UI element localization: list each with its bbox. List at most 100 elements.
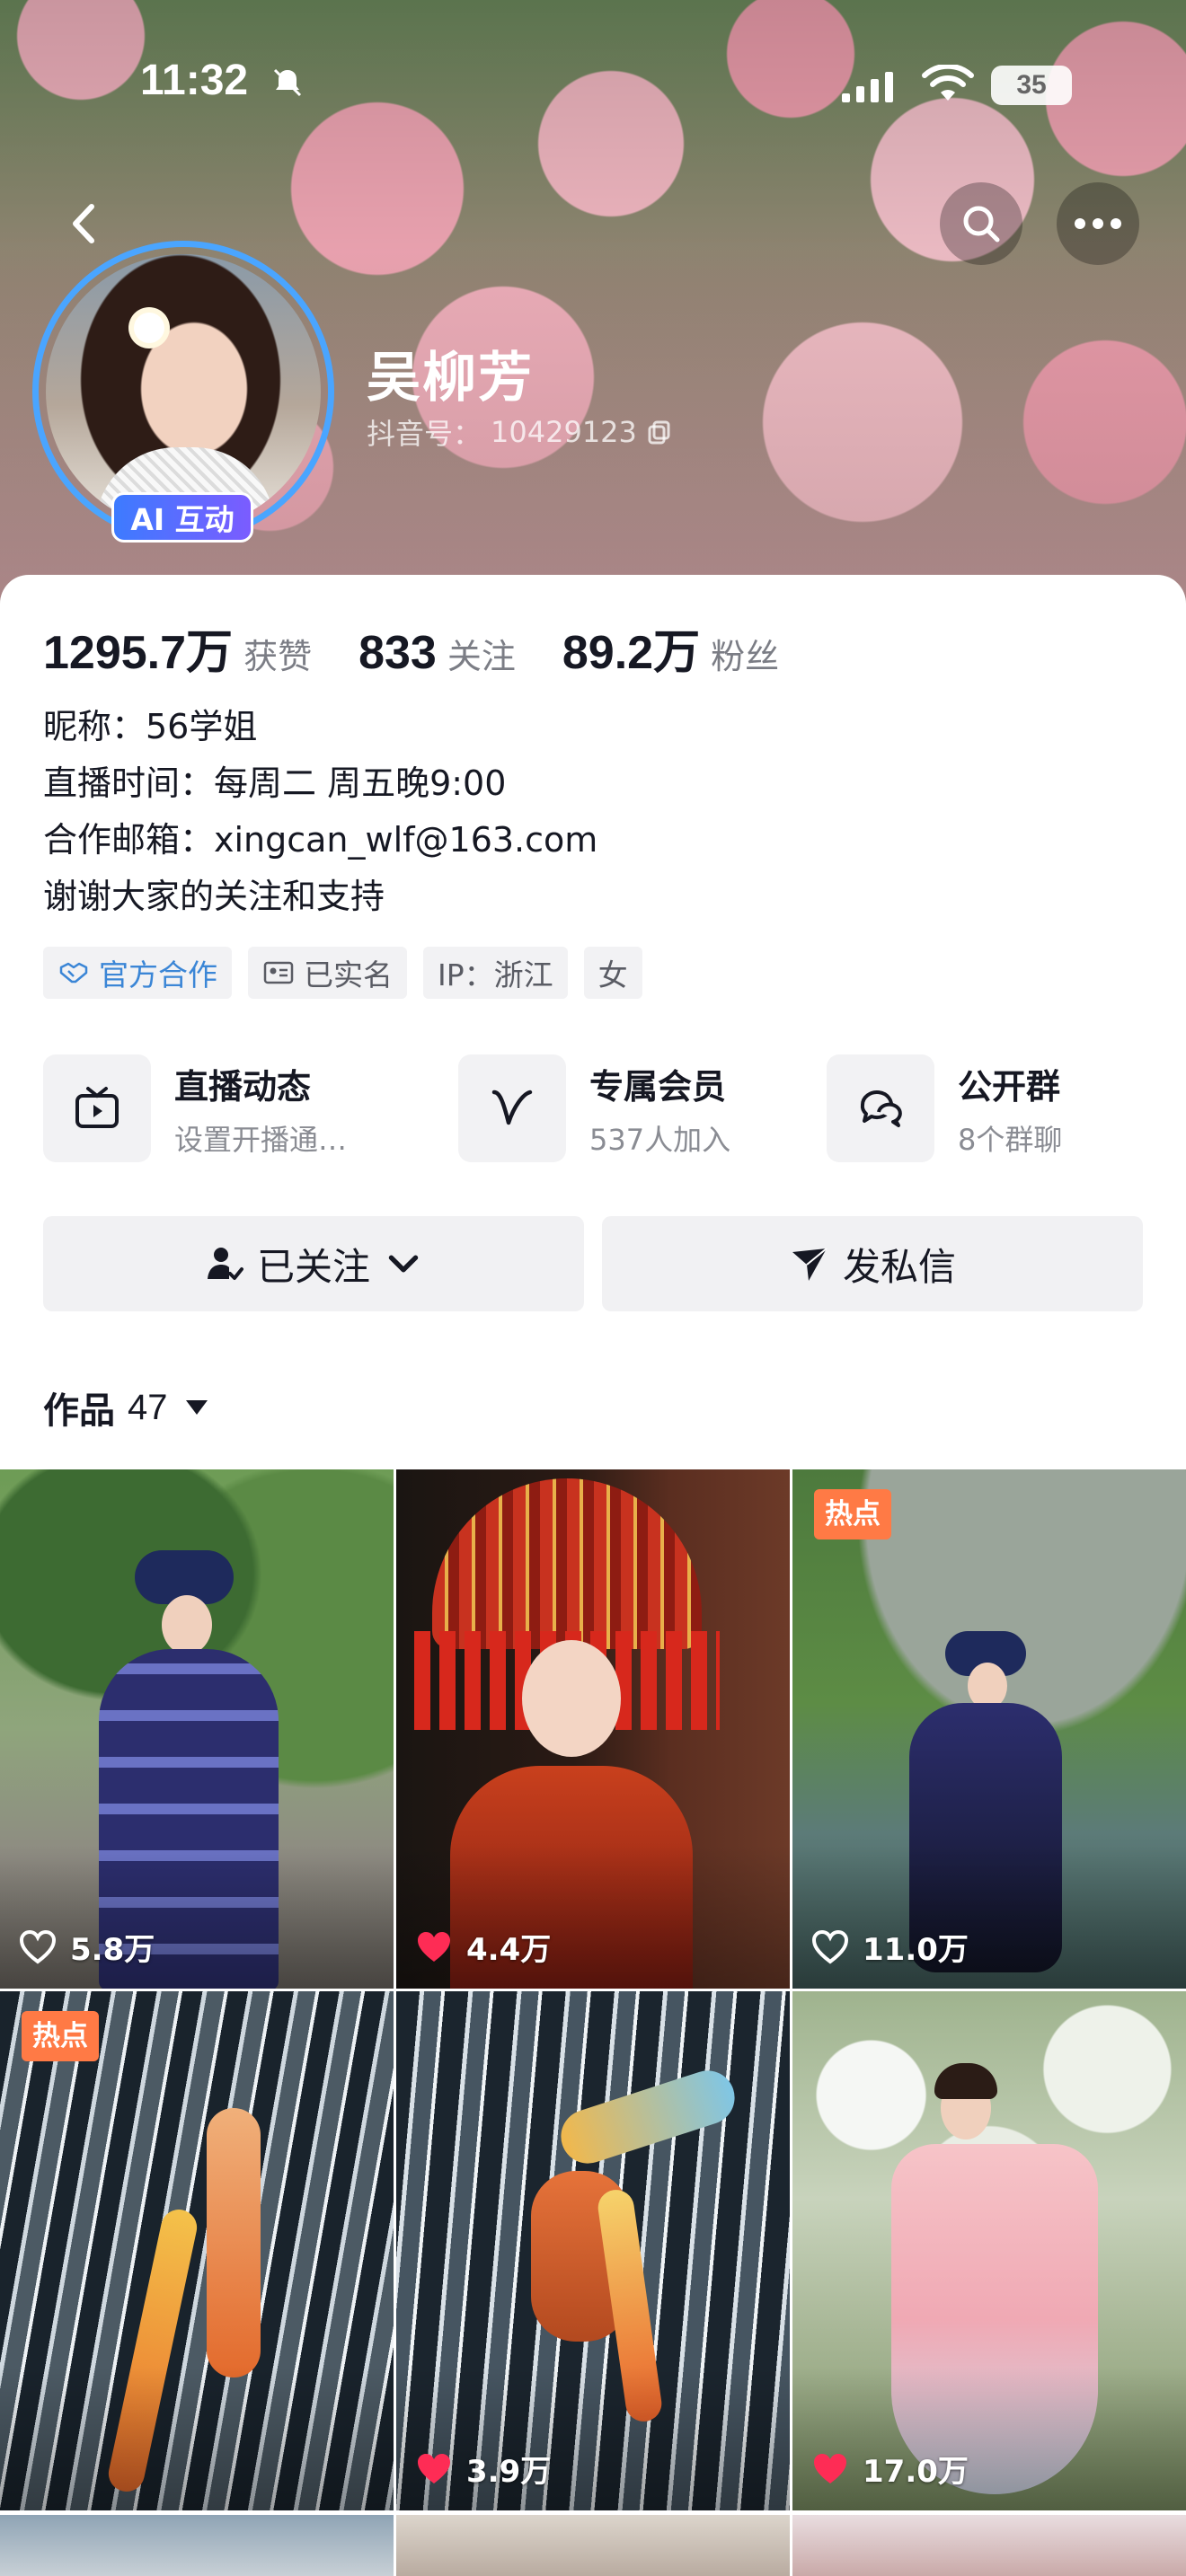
stat-following[interactable]: 833 关注 [358, 626, 516, 680]
search-button[interactable] [940, 182, 1022, 265]
wifi-icon [922, 65, 974, 101]
feature-live-updates[interactable]: 直播动态 设置开播通… [43, 1054, 347, 1162]
feature-membership-title: 专属会员 [589, 1066, 727, 1107]
profile-tags: 官方合作 已实名 IP：浙江 女 [43, 947, 642, 999]
flower-hair-ornament [134, 313, 164, 343]
hot-badge: 热点 [814, 1489, 891, 1539]
video-tile-7[interactable] [0, 2515, 394, 2576]
paper-plane-icon [792, 1248, 828, 1281]
tag-official-cooperation[interactable]: 官方合作 [43, 947, 232, 999]
works-tab[interactable]: 作品 47 [43, 1381, 208, 1434]
heart-outline-icon [19, 1929, 57, 1964]
ai-interaction-badge[interactable]: AI 互动 [111, 492, 253, 543]
heart-filled-icon [418, 1931, 450, 1962]
chevron-down-icon [388, 1255, 419, 1273]
feature-public-group[interactable]: 公开群 8个群聊 [827, 1054, 1062, 1162]
video-tile-5[interactable]: 3.9万 [396, 1991, 790, 2510]
chevron-left-icon [73, 204, 94, 243]
feature-live-title: 直播动态 [174, 1066, 312, 1107]
feature-live-subtitle: 设置开播通… [174, 1122, 348, 1157]
figure-ribbon [105, 2206, 200, 2495]
tag-gender-label: 女 [597, 957, 628, 992]
search-icon [963, 206, 1000, 243]
video-likes: 5.8万 [18, 1925, 155, 1969]
feature-membership[interactable]: 专属会员 537人加入 [458, 1054, 730, 1162]
figure-face [162, 1595, 212, 1654]
user-check-icon [207, 1248, 243, 1280]
status-bar: 11:32 35 [0, 0, 1186, 105]
following-button[interactable]: 已关注 [43, 1216, 584, 1311]
bio-thanks: 谢谢大家的关注和支持 [43, 877, 385, 916]
send-message-button[interactable]: 发私信 [602, 1216, 1143, 1311]
tag-gender: 女 [583, 947, 642, 999]
video-tile-8[interactable] [396, 2515, 790, 2576]
more-button[interactable] [1057, 182, 1139, 265]
heart-filled-icon [418, 2453, 450, 2483]
figure-dress [891, 2144, 1098, 2494]
feature-row: 直播动态 设置开播通… 专属会员 537人加入 公开群 8个群聊 [43, 1054, 1143, 1162]
video-likes-count: 11.0万 [863, 1932, 969, 1968]
douyin-id-label: 抖音号： [367, 417, 482, 451]
feature-group-subtitle: 8个群聊 [958, 1122, 1063, 1157]
tag-verified[interactable]: 已实名 [248, 947, 407, 999]
heart-filled-icon [814, 2453, 846, 2483]
battery-icon: 35 [991, 66, 1072, 105]
video-tile-9[interactable] [792, 2515, 1186, 2576]
video-tile-3[interactable]: 热点 11.0万 [792, 1469, 1186, 1989]
following-label: 已关注 [256, 1244, 370, 1289]
hot-badge: 热点 [22, 2011, 99, 2061]
tag-official-label: 官方合作 [99, 957, 217, 992]
bio: 昵称：56学姐 直播时间：每周二 周五晚9:00 合作邮箱：xingcan_wl… [43, 699, 597, 925]
stats-row: 1295.7万 获赞 833 关注 89.2万 粉丝 [43, 614, 826, 682]
video-likes: 11.0万 [810, 1925, 969, 1969]
tag-ip-label: IP：浙江 [438, 957, 553, 992]
video-tile-2[interactable]: 4.4万 [396, 1469, 790, 1989]
stat-followers[interactable]: 89.2万 粉丝 [562, 614, 779, 682]
copy-icon[interactable] [646, 419, 673, 446]
bio-live-schedule: 直播时间：每周二 周五晚9:00 [43, 763, 507, 803]
video-likes-count: 4.4万 [466, 1932, 552, 1968]
stat-likes[interactable]: 1295.7万 获赞 [43, 614, 312, 682]
bell-muted-icon [273, 68, 302, 97]
stat-likes-label: 获赞 [243, 637, 313, 676]
video-tile-6[interactable]: 17.0万 [792, 1991, 1186, 2510]
works-label: 作品 [43, 1390, 115, 1432]
video-likes-count: 5.8万 [70, 1932, 155, 1968]
stat-followers-label: 粉丝 [711, 637, 780, 676]
more-dots-icon [1075, 218, 1121, 229]
douyin-id[interactable]: 抖音号： 10429123 [367, 411, 673, 453]
tag-ip-location: IP：浙江 [423, 947, 568, 999]
id-card-icon [263, 961, 294, 984]
heart-outline-icon [811, 1929, 849, 1964]
feature-live-icon-box [43, 1054, 151, 1162]
action-buttons: 已关注 发私信 [43, 1216, 1143, 1311]
works-grid-next-row [0, 2515, 1186, 2576]
douyin-id-value: 10429123 [491, 415, 637, 449]
works-count: 47 [128, 1387, 168, 1427]
stat-following-label: 关注 [447, 637, 516, 676]
video-likes: 4.4万 [414, 1925, 551, 1969]
stat-likes-value: 1295.7万 [43, 627, 234, 679]
caret-down-icon [185, 1400, 208, 1415]
tv-icon [75, 1087, 119, 1128]
profile-name: 吴柳芳 [367, 347, 534, 410]
send-message-label: 发私信 [842, 1244, 956, 1289]
feature-group-title: 公开群 [958, 1066, 1061, 1107]
status-time: 11:32 [140, 57, 249, 104]
video-likes-count: 17.0万 [863, 2454, 969, 2490]
video-tile-4[interactable]: 热点 [0, 1991, 394, 2510]
stat-following-value: 833 [358, 627, 437, 679]
chat-icon [860, 1090, 902, 1127]
stat-followers-value: 89.2万 [562, 627, 701, 679]
bio-nickname: 昵称：56学姐 [43, 707, 258, 746]
back-button[interactable] [43, 182, 126, 265]
cellular-signal-icon [842, 72, 893, 102]
figure-hair [934, 2063, 997, 2099]
feature-membership-subtitle: 537人加入 [589, 1122, 731, 1157]
feature-group-icon-box [827, 1054, 934, 1162]
video-tile-1[interactable]: 5.8万 [0, 1469, 394, 1989]
handshake-icon [59, 962, 88, 984]
tag-verified-label: 已实名 [304, 957, 393, 992]
figure-dancer [207, 2108, 261, 2378]
figure-face [522, 1640, 621, 1757]
